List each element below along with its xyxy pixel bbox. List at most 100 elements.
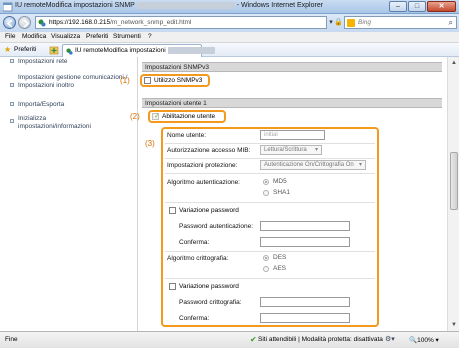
scroll-thumb[interactable] xyxy=(450,152,458,210)
site-icon xyxy=(38,19,46,27)
change-crypto-password-label: Variazione password xyxy=(179,283,239,291)
auth-confirm-label: Conferma: xyxy=(179,239,210,246)
user1-section-header: Impostazioni utente 1 xyxy=(142,98,442,108)
snmpv3-checkbox-label: Utilizzo SNMPv3 xyxy=(154,77,203,85)
redacted-model-name: XXXXXXXXXXXXXXXXXXXXX xyxy=(136,2,235,9)
add-favorite-icon[interactable] xyxy=(49,45,59,55)
snmpv3-section-header: Impostazioni SNMPv3 xyxy=(142,62,442,72)
scroll-up-icon[interactable]: ▲ xyxy=(449,58,459,68)
username-input[interactable]: initial xyxy=(260,130,325,140)
crypto-password-input[interactable] xyxy=(260,297,350,307)
aes-label: AES xyxy=(273,265,287,272)
menu-help[interactable]: ? xyxy=(148,33,152,40)
divider xyxy=(165,251,375,252)
dropdown-arrow-icon: ▾ xyxy=(358,162,362,168)
des-label: DES xyxy=(273,254,287,261)
callout-1: (1) xyxy=(120,76,130,85)
crypto-password-label: Password crittografia: xyxy=(179,299,242,306)
window-title: IU remoteModifica impostazioni SNMP XXXX… xyxy=(15,2,324,9)
divider xyxy=(165,278,375,279)
forward-arrow-icon xyxy=(23,19,30,28)
sidebar-item-import-export[interactable]: Importa/Esporta xyxy=(18,101,64,109)
scroll-down-icon[interactable]: ▼ xyxy=(449,320,459,330)
status-bar: Fine ✔ Siti attendibili | Modalità prote… xyxy=(0,331,459,348)
browser-tab[interactable]: IU remoteModifica impostazioni XXXXXXXXX… xyxy=(62,44,216,57)
lock-icon[interactable]: 🔒 xyxy=(334,16,343,29)
minimize-button[interactable]: – xyxy=(389,1,407,12)
security-zone-text[interactable]: Siti attendibili | Modalità protetta: di… xyxy=(258,336,383,343)
divider xyxy=(165,173,375,174)
menu-preferiti[interactable]: Preferiti xyxy=(86,33,108,40)
crypto-algorithm-label: Algoritmo crittografia: xyxy=(167,255,229,262)
mib-access-select[interactable]: Lettura/Scrittura ▾ xyxy=(260,145,322,155)
dropdown-arrow-icon: ▾ xyxy=(314,147,318,153)
change-auth-password-row[interactable]: Variazione password xyxy=(169,207,239,214)
ie-app-icon xyxy=(3,2,13,12)
favorites-bar: ★ Preferiti IU remoteModifica impostazio… xyxy=(0,43,459,57)
url-text: https://192.168.0.215/m_network_snmp_edi… xyxy=(49,19,192,26)
des-radio[interactable] xyxy=(263,255,269,261)
back-button[interactable] xyxy=(3,16,16,29)
callout-2: (2) xyxy=(130,112,140,121)
snmpv3-header-label: Impostazioni SNMPv3 xyxy=(145,64,209,71)
close-button[interactable]: ✕ xyxy=(427,1,456,12)
favorites-label[interactable]: Preferiti xyxy=(14,46,36,53)
favorites-star-icon[interactable]: ★ xyxy=(4,45,11,54)
vertical-scrollbar[interactable]: ▲ ▼ xyxy=(447,57,459,331)
redacted-model-name: XXXXXXXXXXX xyxy=(167,47,216,54)
sha1-label: SHA1 xyxy=(273,189,290,196)
mib-access-label: Autorizzazione accesso MIB: xyxy=(167,147,251,154)
back-arrow-icon xyxy=(6,19,13,28)
protected-mode-icon[interactable]: ⚙▾ xyxy=(385,335,395,343)
callout-3: (3) xyxy=(145,139,155,148)
menu-modifica[interactable]: Modifica xyxy=(22,33,46,40)
divider xyxy=(165,143,375,144)
md5-label: MD5 xyxy=(273,178,287,185)
md5-radio[interactable] xyxy=(263,179,269,185)
search-box[interactable]: Bing ⌕ xyxy=(344,16,457,29)
menu-strumenti[interactable]: Strumenti xyxy=(113,33,141,40)
forward-button[interactable] xyxy=(18,16,31,29)
auth-password-label: Password autenticazione: xyxy=(179,223,254,230)
crypto-confirm-input[interactable] xyxy=(260,313,350,323)
search-placeholder: Bing xyxy=(358,19,372,26)
auth-password-input[interactable] xyxy=(260,221,350,231)
address-row: https://192.168.0.215/m_network_snmp_edi… xyxy=(0,14,459,32)
bullet-icon xyxy=(10,83,14,87)
user1-header-label: Impostazioni utente 1 xyxy=(145,100,207,107)
menu-visualizza[interactable]: Visualizza xyxy=(51,33,80,40)
main-panel: Impostazioni SNMPv3 (1) Utilizzo SNMPv3 … xyxy=(120,57,447,331)
menu-file[interactable]: File xyxy=(5,33,15,40)
change-auth-password-label: Variazione password xyxy=(179,207,239,215)
sidebar-item-network[interactable]: Impostazioni rete xyxy=(18,58,68,66)
divider xyxy=(165,158,375,159)
snmpv3-checkbox[interactable] xyxy=(144,77,151,84)
checkmark-icon: ✓ xyxy=(154,113,160,120)
status-text: Fine xyxy=(5,336,18,343)
security-select[interactable]: Autenticazione On/Crittografia On ▾ xyxy=(260,160,366,170)
auth-algorithm-label: Algoritmo autenticazione: xyxy=(167,179,240,186)
aes-radio[interactable] xyxy=(263,266,269,272)
tab-site-icon xyxy=(66,48,73,55)
username-label: Nome utente: xyxy=(167,132,207,139)
maximize-button[interactable]: □ xyxy=(408,1,426,12)
sidebar-item-initialize[interactable]: Inizializza impostazioni/informazioni xyxy=(18,115,118,131)
page-content: Impostazioni rete Impostazioni gestione … xyxy=(0,57,447,331)
bullet-icon xyxy=(10,119,14,123)
auth-confirm-input[interactable] xyxy=(260,237,350,247)
window-title-bar: IU remoteModifica impostazioni SNMP XXXX… xyxy=(0,0,459,14)
change-crypto-password-checkbox[interactable] xyxy=(169,283,176,290)
divider xyxy=(165,202,375,203)
enable-user-row[interactable]: ✓ Abilitazione utente xyxy=(152,113,215,120)
zoom-level[interactable]: 🔍100% ▾ xyxy=(409,336,439,344)
address-bar[interactable]: https://192.168.0.215/m_network_snmp_edi… xyxy=(35,16,327,29)
trusted-sites-check-icon: ✔ xyxy=(250,335,257,344)
change-crypto-password-row[interactable]: Variazione password xyxy=(169,283,239,290)
sha1-radio[interactable] xyxy=(263,190,269,196)
enable-user-checkbox[interactable]: ✓ xyxy=(152,113,160,120)
bing-icon xyxy=(347,19,355,27)
magnifier-icon[interactable]: ⌕ xyxy=(449,18,453,28)
snmpv3-checkbox-row[interactable]: Utilizzo SNMPv3 xyxy=(144,77,202,84)
change-auth-password-checkbox[interactable] xyxy=(169,207,176,214)
sidebar-item-communication[interactable]: Impostazioni gestione comunicazioni / Im… xyxy=(18,74,130,90)
